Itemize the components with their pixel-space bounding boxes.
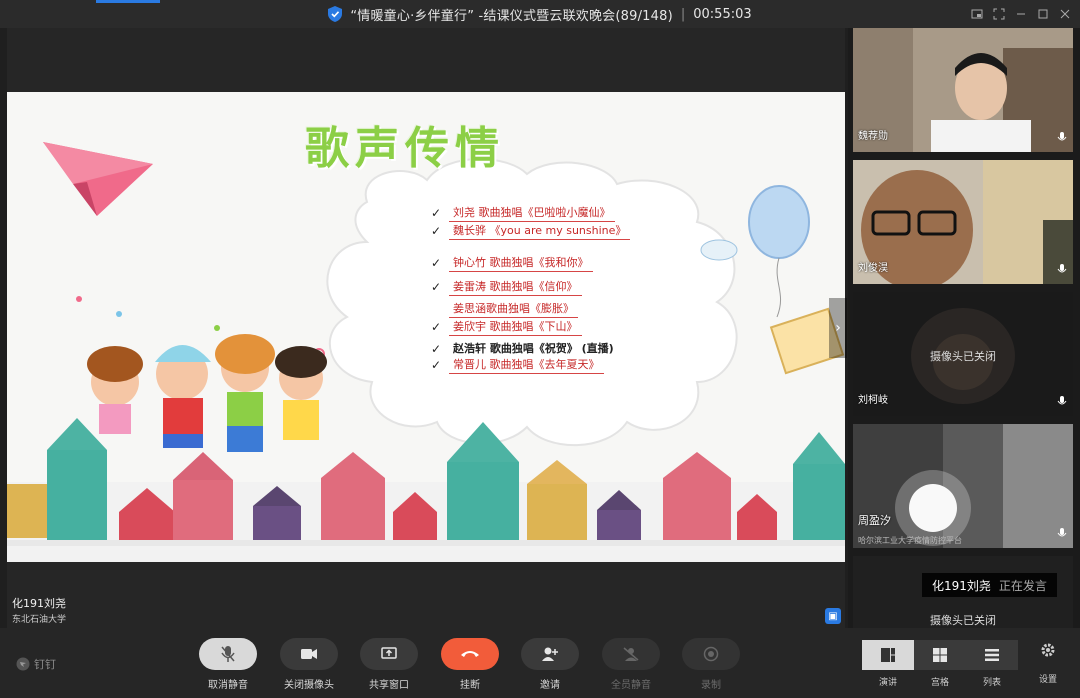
settings-button[interactable]: 设置 [1036, 642, 1060, 685]
invite-button[interactable]: 邀请 [520, 638, 580, 691]
participant-tile[interactable]: 周盈汐 哈尔滨工业大学疫情防控平台 [853, 424, 1073, 548]
add-user-icon [542, 647, 558, 661]
program-item: ✓ 常晋儿 歌曲独唱《去年夏天》 [431, 356, 604, 374]
main-stage: 歌声传情 ✓ 刘尧 歌曲独唱《巴啦啦小魔仙》 ✓ 魏长骅 《you are my s… [7, 28, 847, 628]
video-feed [853, 424, 1073, 548]
view-grid-button[interactable] [914, 640, 966, 670]
meeting-window: “情暖童心·乡伴童行” -结课仪式暨云联欢晚会(89/148) | 00:55:… [0, 0, 1080, 698]
title-accent-bar [96, 0, 160, 3]
share-window-button[interactable]: 共享窗口 [359, 638, 419, 691]
settings-label: 设置 [1038, 675, 1057, 685]
participant-panel: ︿ 魏荐勋 刘俊淏 [848, 28, 1080, 628]
gear-icon [1041, 643, 1055, 657]
stage-speaker-name: 化191刘尧 [12, 597, 66, 610]
record-icon [703, 646, 719, 662]
mic-icon [1057, 396, 1067, 405]
next-page-arrow[interactable]: › [829, 298, 847, 358]
mic-icon [1057, 528, 1067, 537]
title-bar: “情暖童心·乡伴童行” -结课仪式暨云联欢晚会(89/148) | 00:55:… [0, 0, 1080, 28]
unmute-button[interactable]: 取消静音 [198, 638, 258, 691]
program-item: ✓ 魏长骅 《you are my sunshine》 [431, 222, 631, 240]
program-item: ✓ 赵浩轩 歌曲独唱《祝贺》 (直播) [431, 341, 614, 356]
meeting-title: “情暖童心·乡伴童行” -结课仪式暨云联欢晚会(89/148) [350, 8, 673, 24]
participant-name: 魏荐勋 [858, 131, 888, 142]
participant-tile[interactable]: 魏荐勋 [853, 28, 1073, 152]
participant-org: 哈尔滨工业大学疫情防控平台 [858, 536, 962, 545]
hang-up-icon [461, 651, 479, 657]
minimize-icon[interactable] [1012, 5, 1030, 23]
participant-name: 周盈汐 [858, 514, 891, 527]
checkmark-icon: ✓ [431, 320, 442, 334]
dingtalk-icon [16, 657, 30, 671]
meeting-toolbar: 钉钉 取消静音 关闭摄像头 共享窗口 挂断 邀请 全员静音 录制 演讲 宫格 列… [0, 628, 1080, 698]
view-list-button[interactable] [966, 640, 1018, 670]
view-speaker-button[interactable] [862, 640, 914, 670]
slide-title: 歌声传情 [305, 123, 505, 174]
checkmark-icon: ✓ [431, 341, 442, 356]
stage-speaker-org: 东北石油大学 [12, 615, 67, 625]
program-item: ✓ 刘尧 歌曲独唱《巴啦啦小魔仙》 [431, 204, 615, 222]
window-controls [968, 0, 1074, 28]
grid-layout-icon [933, 648, 947, 662]
participant-name: 刘柯岐 [858, 395, 888, 406]
speaking-name: 化191刘尧 [932, 578, 991, 593]
participant-tile[interactable]: 摄像头已关闭 刘柯岐 [853, 292, 1073, 416]
maximize-icon[interactable] [1034, 5, 1052, 23]
mic-icon [1057, 132, 1067, 141]
program-item: ✓ 姜雷涛 歌曲独唱《信仰》 [431, 278, 582, 296]
camera-off-button[interactable]: 关闭摄像头 [279, 638, 339, 691]
brand-name: 钉钉 [34, 658, 56, 671]
mic-muted-icon [221, 646, 235, 662]
camera-off-text: 摄像头已关闭 [930, 614, 996, 627]
close-icon[interactable] [1056, 5, 1074, 23]
title-separator: | [680, 6, 686, 22]
checkmark-icon: ✓ [431, 206, 442, 220]
speaking-indicator: 化191刘尧 正在发言 [922, 573, 1057, 597]
record-button[interactable]: 录制 [681, 638, 741, 691]
participant-tile[interactable]: 刘俊淏 [853, 160, 1073, 284]
list-layout-icon [985, 649, 999, 661]
mute-all-icon [623, 647, 639, 661]
shield-icon [328, 6, 343, 22]
brand-logo: 钉钉 [16, 656, 56, 672]
shared-slide: 歌声传情 ✓ 刘尧 歌曲独唱《巴啦啦小魔仙》 ✓ 魏长骅 《you are my s… [7, 92, 845, 562]
mic-icon [1057, 264, 1067, 273]
checkmark-icon: ✓ [431, 256, 442, 270]
share-screen-icon [381, 647, 397, 659]
hang-up-button[interactable]: 挂断 [440, 638, 500, 691]
participant-name: 刘俊淏 [858, 263, 888, 274]
chat-icon[interactable]: ▣ [825, 608, 841, 624]
camera-off-text: 摄像头已关闭 [930, 350, 996, 363]
mute-all-button[interactable]: 全员静音 [601, 638, 661, 691]
checkmark-icon: ✓ [431, 280, 442, 294]
checkmark-icon: ✓ [431, 224, 442, 238]
program-item: ✓ 姜欣宇 歌曲独唱《下山》 [431, 318, 582, 336]
camera-icon [301, 649, 317, 659]
fullscreen-icon[interactable] [990, 5, 1008, 23]
program-item: 姜思涵歌曲独唱《膨胀》 [431, 300, 578, 318]
speaking-state: 正在发言 [998, 578, 1047, 593]
program-item: ✓ 钟心竹 歌曲独唱《我和你》 [431, 254, 593, 272]
speaker-layout-icon [881, 648, 895, 662]
checkmark-icon: ✓ [431, 358, 442, 372]
picture-in-picture-icon[interactable] [968, 5, 986, 23]
meeting-timer: 00:55:03 [693, 6, 752, 22]
